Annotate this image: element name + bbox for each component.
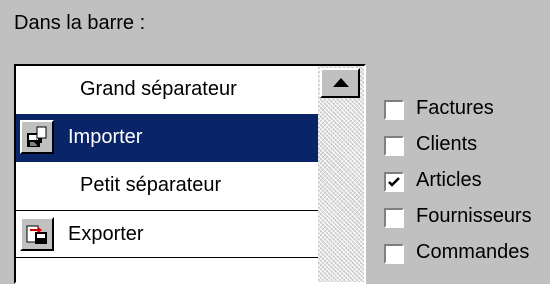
checkbox-label: Factures bbox=[416, 97, 494, 119]
export-icon bbox=[20, 217, 54, 251]
checkbox-box[interactable] bbox=[384, 100, 404, 120]
scroll-up-button[interactable] bbox=[320, 68, 360, 98]
scroll-up-arrow-icon bbox=[333, 78, 349, 87]
list-item-label: Grand séparateur bbox=[80, 78, 237, 100]
checkbox-box[interactable] bbox=[384, 136, 404, 156]
toolbar-items-listbox[interactable]: Grand séparateur Importer Petit séparate… bbox=[14, 64, 366, 284]
checkbox-label: Articles bbox=[416, 169, 482, 191]
checkbox-label: Fournisseurs bbox=[416, 205, 532, 227]
section-label: Dans la barre : bbox=[14, 12, 146, 34]
checkmark-icon bbox=[388, 177, 400, 187]
checkbox-box[interactable] bbox=[384, 172, 404, 192]
checkbox-box[interactable] bbox=[384, 208, 404, 228]
checkbox-label: Clients bbox=[416, 133, 478, 155]
checkbox-label: Commandes bbox=[416, 241, 530, 263]
vertical-scrollbar[interactable] bbox=[318, 66, 364, 282]
list-item-exporter[interactable]: Exporter bbox=[16, 210, 318, 258]
checkbox-box[interactable] bbox=[384, 244, 404, 264]
list-item-label: Importer bbox=[68, 126, 143, 148]
list-item-label: Exporter bbox=[68, 223, 144, 245]
import-icon bbox=[20, 120, 54, 154]
list-item-grand-separateur[interactable]: Grand séparateur bbox=[16, 66, 318, 114]
list-item-label: Petit séparateur bbox=[80, 174, 222, 196]
list-item-importer[interactable]: Importer bbox=[16, 114, 318, 162]
list-item-petit-separateur[interactable]: Petit séparateur bbox=[16, 162, 318, 210]
